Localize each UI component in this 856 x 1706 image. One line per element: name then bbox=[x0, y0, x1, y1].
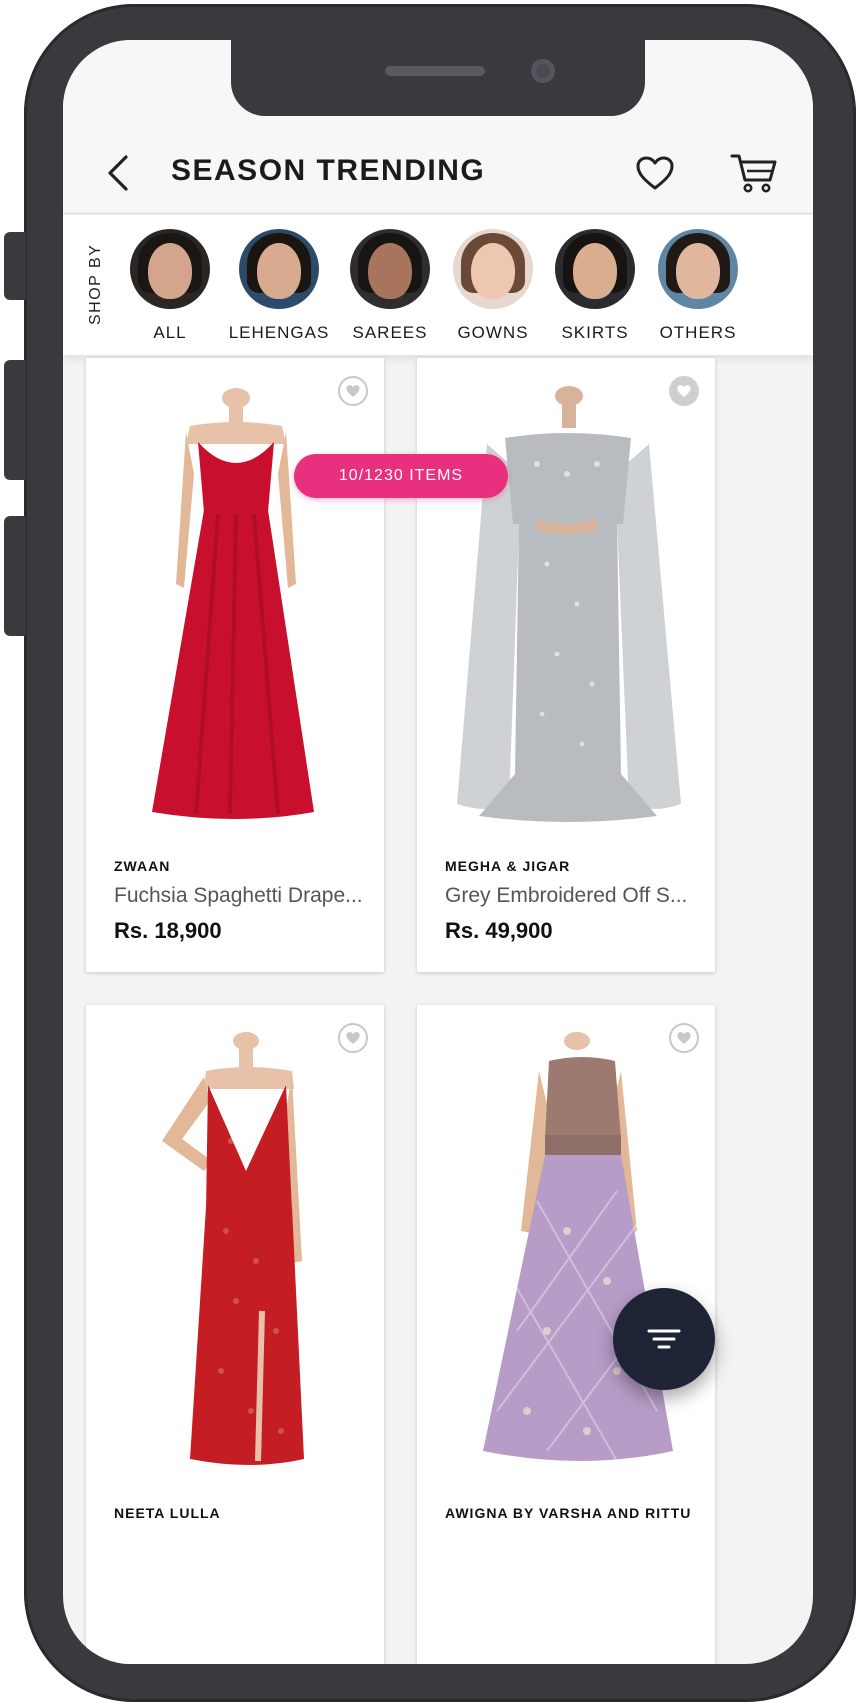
category-strip: SHOP BY ALL LEHENGAS SAREES GOWNS SKIRTS… bbox=[63, 215, 813, 355]
heart-icon bbox=[636, 156, 674, 190]
dress-illustration bbox=[162, 1032, 304, 1465]
speaker bbox=[385, 66, 485, 76]
volume-down-button bbox=[4, 516, 26, 636]
item-count-badge: 10/1230 ITEMS bbox=[294, 454, 508, 498]
dress-bodice bbox=[206, 1085, 292, 1211]
product-brand: ZWAAN bbox=[114, 858, 171, 874]
screen: SEASON TRENDING SHOP BY ALL LEHENGAS SAR… bbox=[63, 40, 813, 1664]
avatar bbox=[350, 229, 430, 309]
dress-illustration bbox=[457, 386, 681, 822]
heart-icon bbox=[677, 1032, 691, 1044]
product-price: Rs. 18,900 bbox=[114, 918, 222, 943]
product-image[interactable] bbox=[86, 1031, 384, 1471]
dress-bodice bbox=[198, 442, 274, 512]
category-all[interactable]: ALL bbox=[115, 229, 225, 343]
chevron-left-icon bbox=[108, 155, 128, 191]
dress-bodice bbox=[505, 433, 631, 524]
wishlist-toggle[interactable] bbox=[669, 1023, 699, 1053]
heart-icon bbox=[346, 385, 360, 397]
product-image[interactable] bbox=[86, 384, 384, 824]
page-title: SEASON TRENDING bbox=[171, 154, 486, 187]
product-image[interactable] bbox=[417, 1031, 715, 1471]
volume-up-button bbox=[4, 360, 26, 480]
dress-skirt bbox=[190, 1207, 304, 1465]
product-card[interactable]: NEETA LULLA bbox=[86, 1005, 384, 1664]
back-button[interactable] bbox=[97, 148, 137, 198]
category-label: LEHENGAS bbox=[228, 323, 330, 342]
category-others[interactable]: OTHERS bbox=[643, 229, 753, 343]
wishlist-toggle[interactable] bbox=[338, 376, 368, 406]
wishlist-button[interactable] bbox=[628, 146, 682, 200]
avatar bbox=[239, 229, 319, 309]
cart-icon bbox=[730, 154, 777, 193]
filter-icon bbox=[647, 1329, 681, 1349]
product-price: Rs. 49,900 bbox=[445, 918, 553, 943]
shop-by-label: SHOP BY bbox=[87, 243, 104, 325]
category-label: SKIRTS bbox=[561, 323, 629, 342]
product-name[interactable]: Grey Embroidered Off S... bbox=[445, 884, 695, 908]
product-name[interactable]: Fuchsia Spaghetti Drape... bbox=[114, 884, 364, 908]
filter-button[interactable] bbox=[613, 1288, 715, 1390]
product-brand: MEGHA & JIGAR bbox=[445, 858, 571, 874]
notch bbox=[231, 40, 645, 116]
category-label: OTHERS bbox=[659, 323, 737, 342]
category-lehengas[interactable]: LEHENGAS bbox=[224, 229, 334, 343]
category-gowns[interactable]: GOWNS bbox=[438, 229, 548, 343]
product-image[interactable] bbox=[417, 384, 715, 824]
dress-illustration bbox=[483, 1032, 673, 1462]
mute-switch bbox=[4, 232, 26, 300]
front-camera bbox=[531, 59, 555, 83]
product-brand: NEETA LULLA bbox=[114, 1505, 221, 1521]
category-label: GOWNS bbox=[457, 323, 529, 342]
wishlist-toggle[interactable] bbox=[669, 376, 699, 406]
avatar bbox=[453, 229, 533, 309]
product-brand: AWIGNA BY VARSHA AND RITTU bbox=[445, 1505, 692, 1521]
product-card[interactable]: ZWAAN Fuchsia Spaghetti Drape... Rs. 18,… bbox=[86, 358, 384, 972]
category-label: SAREES bbox=[352, 323, 428, 342]
heart-icon bbox=[677, 385, 691, 397]
category-sarees[interactable]: SAREES bbox=[335, 229, 445, 343]
avatar bbox=[130, 229, 210, 309]
wishlist-toggle[interactable] bbox=[338, 1023, 368, 1053]
heart-icon bbox=[346, 1032, 360, 1044]
category-skirts[interactable]: SKIRTS bbox=[540, 229, 650, 343]
avatar bbox=[658, 229, 738, 309]
category-label: ALL bbox=[153, 323, 187, 342]
dress-illustration bbox=[152, 388, 314, 819]
product-card[interactable]: MEGHA & JIGAR Grey Embroidered Off S... … bbox=[417, 358, 715, 972]
cart-button[interactable] bbox=[725, 146, 783, 200]
avatar bbox=[555, 229, 635, 309]
